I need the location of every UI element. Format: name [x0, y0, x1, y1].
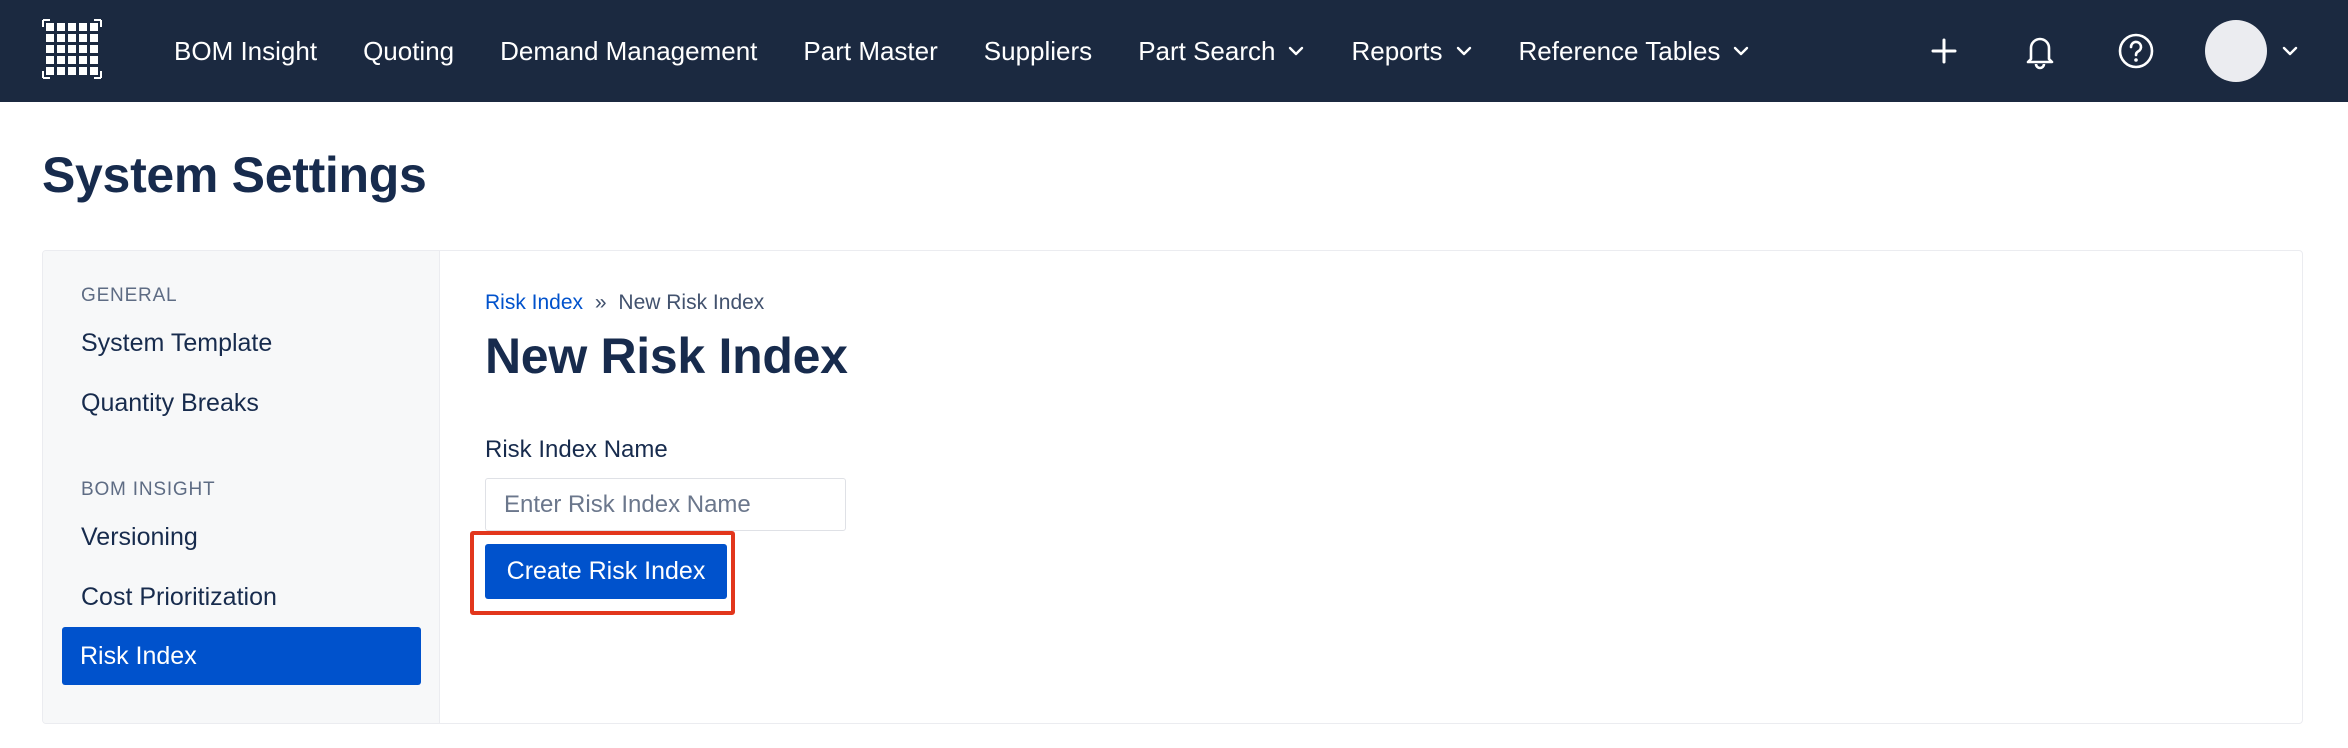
breadcrumb: Risk Index » New Risk Index	[485, 291, 764, 315]
nav-label: Demand Management	[500, 35, 758, 66]
nav-bom-insight[interactable]: BOM Insight	[151, 0, 340, 102]
breadcrumb-link-risk-index[interactable]: Risk Index	[485, 291, 583, 314]
nav-part-search[interactable]: Part Search	[1115, 0, 1328, 102]
sidebar-item-quantity-breaks[interactable]: Quantity Breaks	[43, 373, 439, 433]
user-menu[interactable]	[2205, 20, 2299, 82]
sidebar-item-system-template[interactable]: System Template	[43, 313, 439, 373]
top-navbar: BOM Insight Quoting Demand Management Pa…	[0, 0, 2348, 102]
nav-label: Part Search	[1138, 35, 1276, 66]
nav-part-master[interactable]: Part Master	[780, 0, 960, 102]
create-risk-index-button[interactable]: Create Risk Index	[485, 544, 727, 599]
nav-label: Suppliers	[983, 35, 1093, 66]
nav-actions	[1922, 0, 2348, 102]
sidebar-item-cost-prioritization[interactable]: Cost Prioritization	[43, 567, 439, 627]
chevron-down-icon	[1289, 46, 1304, 56]
page-title: System Settings	[42, 147, 427, 203]
bell-icon[interactable]	[2018, 29, 2062, 73]
settings-sidebar: GENERAL System Template Quantity Breaks …	[43, 251, 440, 723]
main-nav: BOM Insight Quoting Demand Management Pa…	[151, 0, 1773, 102]
nav-reports[interactable]: Reports	[1328, 0, 1495, 102]
sidebar-heading-bom-insight: BOM INSIGHT	[81, 479, 216, 500]
nav-label: BOM Insight	[174, 35, 318, 66]
risk-index-name-label: Risk Index Name	[485, 436, 668, 463]
nav-suppliers[interactable]: Suppliers	[961, 0, 1115, 102]
nav-label: Part Master	[803, 35, 938, 66]
plus-icon[interactable]	[1922, 29, 1966, 73]
chevron-down-icon	[1456, 46, 1471, 56]
content-title: New Risk Index	[485, 328, 848, 384]
help-icon[interactable]	[2114, 29, 2158, 73]
settings-content: Risk Index » New Risk Index New Risk Ind…	[440, 251, 2302, 723]
nav-label: Reports	[1351, 35, 1443, 66]
breadcrumb-current: New Risk Index	[618, 291, 765, 314]
nav-label: Quoting	[363, 35, 455, 66]
settings-panel: GENERAL System Template Quantity Breaks …	[42, 250, 2303, 724]
nav-quoting[interactable]: Quoting	[340, 0, 477, 102]
avatar[interactable]	[2205, 20, 2267, 82]
sidebar-item-risk-index[interactable]: Risk Index	[62, 627, 421, 685]
chevron-down-icon	[1734, 46, 1749, 56]
chevron-down-icon	[2282, 46, 2298, 56]
sidebar-heading-general: GENERAL	[81, 285, 178, 306]
nav-reference-tables[interactable]: Reference Tables	[1496, 0, 1774, 102]
breadcrumb-separator: »	[594, 291, 607, 314]
sidebar-item-versioning[interactable]: Versioning	[43, 507, 439, 567]
risk-index-name-input[interactable]	[485, 478, 846, 531]
app-logo-icon[interactable]	[42, 19, 102, 79]
nav-demand-management[interactable]: Demand Management	[477, 0, 780, 102]
nav-label: Reference Tables	[1518, 35, 1721, 66]
